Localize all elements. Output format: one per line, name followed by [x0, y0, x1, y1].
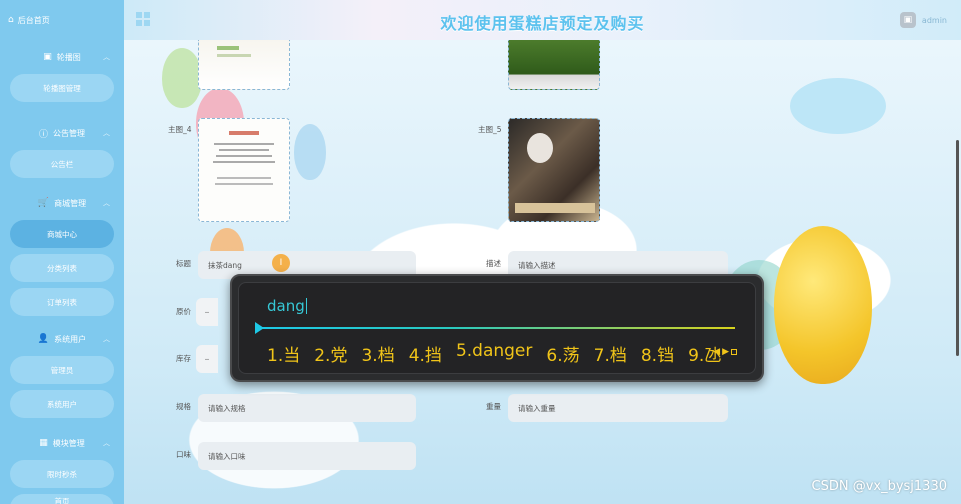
image-text-line [213, 161, 275, 163]
ime-candidate[interactable]: 8.铛 [641, 341, 674, 366]
vertical-scrollbar[interactable] [956, 140, 959, 356]
ime-prev-icon[interactable]: ◀ [713, 347, 720, 357]
ime-divider [261, 327, 735, 329]
ime-panel: dang 1.当 2.党 3.档 4.挡 5.danger 6.荡 7.档 8.… [238, 282, 756, 374]
theme4-label: 主图_4 [168, 125, 192, 134]
sidebar-item-carousel-manage[interactable]: 轮播图管理 [10, 74, 114, 102]
chevron-up-icon: ︿ [103, 335, 110, 343]
user-icon: 👤 [37, 334, 50, 344]
sidebar-group-notice[interactable]: ⓘ 公告管理 ︿ [0, 116, 124, 150]
chevron-up-icon: ︿ [103, 129, 110, 137]
image-icon: ▣ [43, 52, 52, 62]
ime-candidate[interactable]: 6.荡 [546, 341, 579, 366]
balloon-decoration [774, 226, 872, 384]
sidebar-item-category[interactable]: 分类列表 [10, 254, 114, 282]
sidebar-item-notice[interactable]: 公告栏 [10, 150, 114, 178]
sidebar-group-label: 商城管理 [54, 198, 87, 208]
sidebar-group-mall[interactable]: 🛒 商城管理 ︿ [0, 186, 124, 220]
image-text-line [219, 149, 269, 151]
image-text-line [217, 46, 239, 50]
ime-composition: dang [267, 297, 307, 315]
user-name: admin [921, 15, 947, 25]
chevron-up-icon: ︿ [103, 53, 110, 61]
home-icon: ⌂ [8, 15, 14, 25]
title-label: 标题 [176, 259, 191, 268]
sidebar: ⌂ 后台首页 ▣ 轮播图 ︿ 轮播图管理 ⓘ 公告管理 ︿ 公告栏 🛒 商城管理… [0, 0, 124, 504]
image-text-line [217, 54, 251, 57]
grid-icon: ▦ [39, 438, 48, 448]
sidebar-item-orders[interactable]: 订单列表 [10, 288, 114, 316]
weight-input[interactable]: 请输入重量 [508, 394, 728, 422]
sidebar-item-home[interactable]: 首页 [10, 494, 114, 504]
ime-composition-text: dang [267, 297, 305, 315]
balloon-decoration [294, 124, 326, 180]
sidebar-group-modules[interactable]: ▦ 模块管理 ︿ [0, 426, 124, 460]
taste-label: 口味 [176, 450, 191, 459]
sidebar-item-flash-sale[interactable]: 限时秒杀 [10, 460, 114, 488]
image-text-line [229, 131, 259, 135]
info-icon: ⓘ [38, 129, 48, 140]
sidebar-item-system-user[interactable]: 系统用户 [10, 390, 114, 418]
desc-label: 描述 [486, 259, 501, 268]
sidebar-group-label: 模块管理 [52, 438, 85, 448]
watermark: CSDN @vx_bysj1330 [811, 479, 948, 494]
theme-image-3[interactable] [198, 40, 290, 90]
sidebar-group-label: 系统用户 [54, 334, 87, 344]
sidebar-item-admin[interactable]: 管理员 [10, 356, 114, 384]
ime-candidate-window: dang 1.当 2.党 3.档 4.挡 5.danger 6.荡 7.档 8.… [230, 274, 764, 382]
theme-image-4[interactable] [198, 118, 290, 222]
text-cursor-icon: I [272, 254, 290, 272]
main-content: 主图_4 主图_5 标题 抹茶dang I 描述 请输入描述 原价 – 库存 –… [124, 40, 961, 504]
chevron-up-icon: ︿ [103, 199, 110, 207]
ime-candidate-list: 1.当 2.党 3.档 4.挡 5.danger 6.荡 7.档 8.铛 9.氹 [267, 341, 721, 366]
ime-caret [305, 298, 307, 314]
price-decrement-button[interactable]: – [196, 298, 218, 326]
ime-next-icon[interactable]: ▶ [722, 347, 729, 357]
ime-page-nav[interactable]: ◀ ▶ [713, 347, 737, 357]
ime-candidate[interactable]: 4.挡 [409, 341, 442, 366]
ime-candidate[interactable]: 1.当 [267, 341, 300, 366]
ime-candidate[interactable]: 2.党 [314, 341, 347, 366]
taste-input[interactable]: 请输入口味 [198, 442, 416, 470]
price-label: 原价 [176, 307, 191, 316]
sidebar-group-label: 轮播图 [56, 52, 81, 62]
image-text-line [216, 155, 272, 157]
user-menu[interactable]: ▣ admin [899, 12, 947, 28]
top-header: 欢迎使用蛋糕店预定及购买 ▣ admin [124, 0, 961, 40]
ime-candidate[interactable]: 3.档 [361, 341, 394, 366]
cloud-decoration [790, 78, 886, 134]
ime-candidate[interactable]: 7.档 [594, 341, 627, 366]
stock-decrement-button[interactable]: – [196, 345, 218, 373]
sidebar-home[interactable]: ⌂ 后台首页 [0, 0, 124, 40]
ime-candidate[interactable]: 5.danger [456, 341, 532, 366]
sidebar-group-carousel[interactable]: ▣ 轮播图 ︿ [0, 40, 124, 74]
spec-input[interactable]: 请输入规格 [198, 394, 416, 422]
theme-image-5[interactable] [508, 118, 600, 222]
sidebar-group-users[interactable]: 👤 系统用户 ︿ [0, 322, 124, 356]
theme-image-cake[interactable] [508, 40, 600, 90]
sidebar-group-label: 公告管理 [53, 128, 85, 138]
stock-label: 库存 [176, 354, 191, 363]
balloon-decoration [162, 48, 202, 108]
theme5-label: 主图_5 [478, 125, 502, 134]
page-title: 欢迎使用蛋糕店预定及购买 [440, 14, 645, 33]
cart-icon: 🛒 [37, 198, 50, 208]
image-text-line [214, 143, 274, 145]
image-text-line [215, 183, 273, 185]
chef-figure [527, 133, 553, 163]
ime-expand-icon[interactable] [731, 349, 737, 355]
image-text-line [217, 177, 271, 179]
chevron-up-icon: ︿ [103, 439, 110, 447]
weight-label: 重量 [486, 402, 501, 411]
spec-label: 规格 [176, 402, 191, 411]
sidebar-home-label: 后台首页 [17, 15, 50, 25]
cake-row [515, 203, 595, 213]
avatar-icon: ▣ [899, 12, 916, 28]
sidebar-item-mall-center[interactable]: 商城中心 [10, 220, 114, 248]
